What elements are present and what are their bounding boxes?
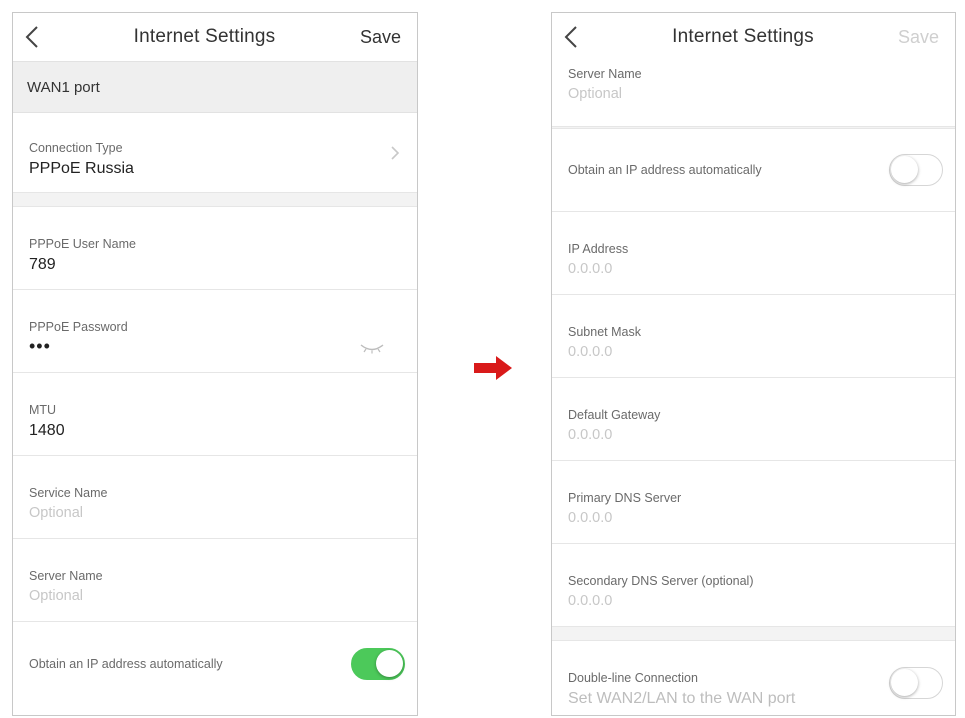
mtu-field[interactable]: 1480 [29,422,401,440]
section-gap [552,627,955,641]
double-line-label: Double-line Connection [568,671,698,685]
service-name-row[interactable]: Service Name Optional [13,456,417,539]
pppoe-user-name-field[interactable]: 789 [29,256,401,274]
server-name-label: Server Name [29,569,103,583]
subnet-mask-row[interactable]: Subnet Mask 0.0.0.0 [552,295,955,378]
chevron-left-icon[interactable] [564,25,588,49]
service-name-label: Service Name [29,486,108,500]
toggle-knob [891,156,918,183]
pppoe-password-row[interactable]: PPPoE Password ••• [13,290,417,373]
server-name-field[interactable]: Optional [29,588,401,604]
eye-closed-icon[interactable] [359,341,385,354]
ip-address-label: IP Address [568,242,629,256]
primary-dns-field[interactable]: 0.0.0.0 [568,510,939,526]
default-gateway-label: Default Gateway [568,408,661,422]
left-screen: Internet Settings Save WAN1 port Connect… [12,12,418,716]
secondary-dns-label: Secondary DNS Server (optional) [568,574,754,588]
nav-bar: Internet Settings Save [552,13,955,61]
primary-dns-row[interactable]: Primary DNS Server 0.0.0.0 [552,461,955,544]
secondary-dns-row[interactable]: Secondary DNS Server (optional) 0.0.0.0 [552,544,955,627]
pppoe-password-field[interactable]: ••• [29,336,401,357]
pppoe-user-name-label: PPPoE User Name [29,237,136,251]
subnet-mask-label: Subnet Mask [568,325,641,339]
ip-address-row[interactable]: IP Address 0.0.0.0 [552,212,955,295]
nav-bar: Internet Settings Save [13,13,417,61]
service-name-field[interactable]: Optional [29,505,401,521]
obtain-ip-row: Obtain an IP address automatically [13,622,417,705]
connection-type-value: PPPoE Russia [29,160,134,177]
mtu-label: MTU [29,403,57,417]
server-name-row[interactable]: Server Name Optional [552,61,955,127]
connection-type-row[interactable]: Connection Type PPPoE Russia [13,113,417,193]
obtain-ip-row: Obtain an IP address automatically [552,129,955,212]
server-name-field[interactable]: Optional [568,86,939,102]
connection-type-label: Connection Type [29,141,123,155]
double-line-sublabel: Set WAN2/LAN to the WAN port [568,690,796,707]
obtain-ip-label: Obtain an IP address automatically [568,163,762,177]
server-name-label: Server Name [568,67,642,81]
toggle-knob [376,649,403,677]
double-line-toggle[interactable] [889,666,943,699]
double-line-row: Double-line Connection Set WAN2/LAN to t… [552,641,955,715]
page-title: Internet Settings [133,26,276,47]
obtain-ip-toggle[interactable] [889,154,943,186]
section-wan1-port: WAN1 port [13,61,417,113]
subnet-mask-field[interactable]: 0.0.0.0 [568,344,939,360]
pppoe-password-label: PPPoE Password [29,320,128,334]
pppoe-user-name-row[interactable]: PPPoE User Name 789 [13,207,417,290]
section-gap [13,193,417,207]
right-screen: Internet Settings Save Server Name Optio… [551,12,956,716]
ip-address-field[interactable]: 0.0.0.0 [568,261,939,277]
chevron-left-icon[interactable] [25,25,49,49]
chevron-right-icon [389,145,401,160]
obtain-ip-label: Obtain an IP address automatically [29,656,223,671]
primary-dns-label: Primary DNS Server [568,491,682,505]
save-button[interactable]: Save [898,27,939,48]
default-gateway-field[interactable]: 0.0.0.0 [568,427,939,443]
right-arrow-icon [474,356,514,380]
secondary-dns-field[interactable]: 0.0.0.0 [568,593,939,609]
server-name-row[interactable]: Server Name Optional [13,539,417,622]
mtu-row[interactable]: MTU 1480 [13,373,417,456]
page-title: Internet Settings [672,26,814,47]
save-button[interactable]: Save [360,27,401,48]
obtain-ip-toggle[interactable] [351,647,405,680]
toggle-knob [891,668,918,696]
default-gateway-row[interactable]: Default Gateway 0.0.0.0 [552,378,955,461]
